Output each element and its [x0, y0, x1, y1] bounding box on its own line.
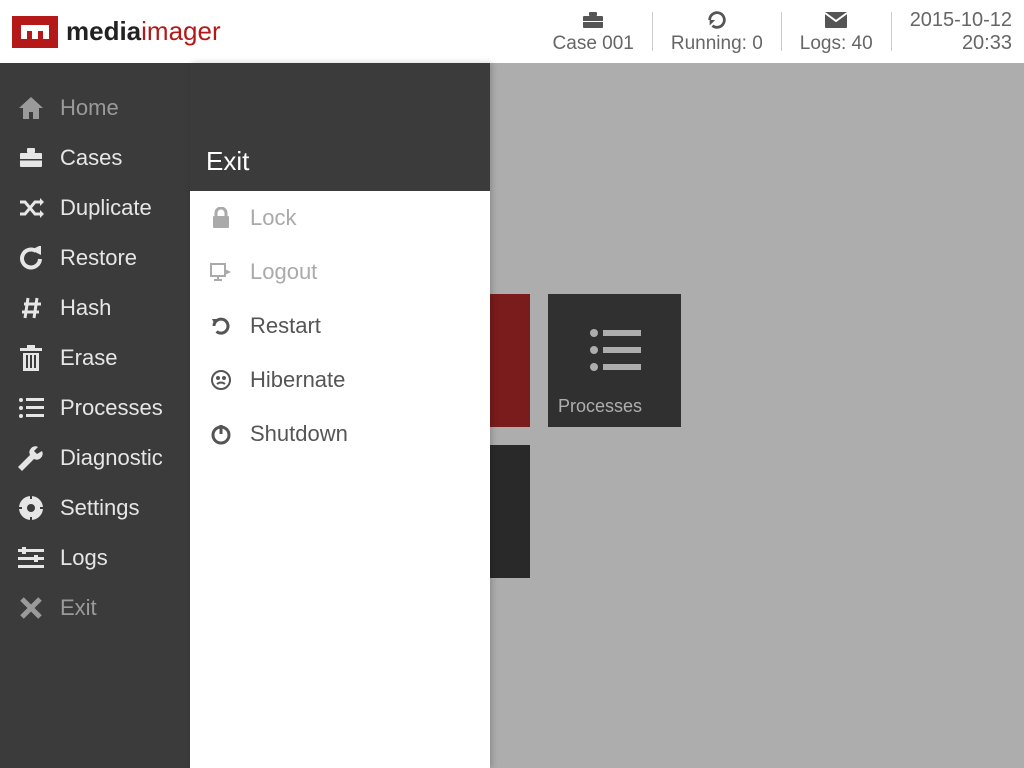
lock-icon: [208, 207, 234, 229]
flyout-label: Shutdown: [250, 421, 348, 447]
brand-logo: mediaimager: [14, 16, 221, 47]
exit-flyout: Exit Lock Logout Restart Hibernate Shutd…: [190, 63, 490, 768]
header-status: Case 001 Running: 0 Logs: 40 2015-10-12 …: [535, 0, 1012, 63]
flyout-title: Exit: [190, 63, 490, 191]
sidenav-item-settings[interactable]: Settings: [0, 483, 190, 533]
sidenav-item-diagnostic[interactable]: Diagnostic: [0, 433, 190, 483]
status-logs[interactable]: Logs: 40: [782, 0, 891, 63]
sliders-icon: [16, 547, 46, 569]
sidenav-label: Logs: [60, 545, 108, 571]
status-datetime: 2015-10-12 20:33: [892, 0, 1012, 63]
sidenav-item-restore[interactable]: Restore: [0, 233, 190, 283]
sleep-icon: [208, 369, 234, 391]
flyout-label: Restart: [250, 313, 321, 339]
flyout-label: Lock: [250, 205, 296, 231]
sidenav-item-duplicate[interactable]: Duplicate: [0, 183, 190, 233]
sidenav-item-hash[interactable]: Hash: [0, 283, 190, 333]
briefcase-icon: [581, 9, 605, 31]
flyout-item-logout[interactable]: Logout: [190, 245, 490, 299]
gear-icon: [16, 495, 46, 521]
power-icon: [208, 423, 234, 445]
trash-icon: [16, 345, 46, 371]
status-case-label: Case 001: [553, 33, 634, 55]
sidenav-item-home[interactable]: Home: [0, 83, 190, 133]
sidenav-item-exit[interactable]: Exit: [0, 583, 190, 633]
status-logs-label: Logs: 40: [800, 33, 873, 55]
sidenav-label: Duplicate: [60, 195, 152, 221]
sidenav-label: Home: [60, 95, 119, 121]
sidenav-label: Diagnostic: [60, 445, 163, 471]
logout-icon: [208, 263, 234, 281]
home-icon: [16, 96, 46, 120]
body: Home Cases Duplicate Restore Hash Erase …: [0, 63, 1024, 768]
sidenav-label: Erase: [60, 345, 117, 371]
sidenav-item-logs[interactable]: Logs: [0, 533, 190, 583]
status-date: 2015-10-12: [910, 9, 1012, 32]
mail-icon: [824, 9, 848, 31]
sidenav-label: Settings: [60, 495, 140, 521]
flyout-label: Hibernate: [250, 367, 345, 393]
flyout-item-hibernate[interactable]: Hibernate: [190, 353, 490, 407]
sidenav-label: Exit: [60, 595, 97, 621]
close-icon: [16, 597, 46, 619]
flyout-label: Logout: [250, 259, 317, 285]
status-running[interactable]: Running: 0: [653, 0, 781, 63]
sidenav-label: Processes: [60, 395, 163, 421]
sidenav-item-erase[interactable]: Erase: [0, 333, 190, 383]
restart-icon: [208, 315, 234, 337]
sidenav: Home Cases Duplicate Restore Hash Erase …: [0, 63, 190, 768]
logo-mark-icon: [14, 18, 56, 46]
wrench-icon: [16, 445, 46, 471]
flyout-item-shutdown[interactable]: Shutdown: [190, 407, 490, 461]
flyout-item-lock[interactable]: Lock: [190, 191, 490, 245]
sidenav-label: Restore: [60, 245, 137, 271]
sidenav-item-cases[interactable]: Cases: [0, 133, 190, 183]
status-time: 20:33: [962, 32, 1012, 55]
flyout-item-restart[interactable]: Restart: [190, 299, 490, 353]
sidenav-item-processes[interactable]: Processes: [0, 383, 190, 433]
list-icon: [16, 397, 46, 419]
status-case[interactable]: Case 001: [535, 0, 652, 63]
sidenav-label: Hash: [60, 295, 111, 321]
status-running-label: Running: 0: [671, 33, 763, 55]
refresh-icon: [705, 9, 729, 31]
hash-icon: [16, 296, 46, 320]
shuffle-icon: [16, 197, 46, 219]
undo-icon: [16, 246, 46, 270]
sidenav-label: Cases: [60, 145, 122, 171]
briefcase-icon: [16, 147, 46, 169]
header: mediaimager Case 001 Running: 0 Logs: 40…: [0, 0, 1024, 63]
brand-text: mediaimager: [66, 16, 221, 47]
